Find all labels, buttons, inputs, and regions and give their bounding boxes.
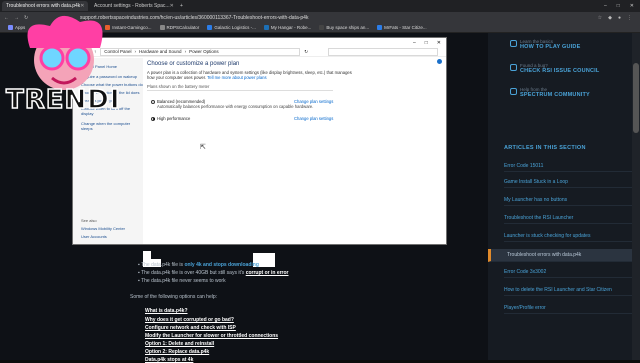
article-link[interactable]: Launcher is stuck checking for updates: [504, 233, 632, 242]
bug-icon: [510, 64, 517, 71]
close-tab-icon[interactable]: ✕: [170, 3, 174, 9]
article-link[interactable]: Error Code 15011: [504, 163, 632, 172]
bullet-text: The data.p4k file is over 40GB but still…: [141, 270, 246, 276]
page-title: Choose or customize a power plan: [147, 61, 240, 67]
minimize-icon[interactable]: –: [413, 40, 416, 46]
article-link[interactable]: Player/Profile error: [504, 305, 632, 314]
page-scrollbar[interactable]: [632, 33, 640, 360]
scrollbar-thumb[interactable]: [633, 63, 639, 133]
option-link[interactable]: Option 1: Delete and reinstall: [145, 341, 214, 347]
power-options-window: – □ ✕ ← → ↑ Control Panel › Hardware and…: [72, 37, 447, 245]
article-bullet: ▪ The data.p4k file is over 40GB but sti…: [138, 270, 289, 276]
profile-icon[interactable]: ●: [618, 15, 621, 21]
bookmark-label: Buy space ships an...: [326, 25, 370, 30]
breadcrumb-item[interactable]: Power Options: [189, 49, 219, 54]
bookmark-item[interactable]: My Hangar - Robe...: [263, 25, 312, 30]
bookmark-item[interactable]: MrFats - Star Citize...: [377, 25, 427, 30]
bullet-text: The data.p4k file never seems to work: [141, 278, 226, 284]
maximize-icon[interactable]: □: [425, 40, 428, 46]
change-plan-settings-link[interactable]: Change plan settings: [294, 116, 333, 121]
section-title: ARTICLES IN THIS SECTION: [504, 145, 586, 151]
articles-sidebar: Learn the basics HOW TO PLAY GUIDE Found …: [488, 33, 640, 360]
plan-radio[interactable]: [151, 99, 155, 104]
power-plans-help-link[interactable]: Tell me more about power plans: [207, 75, 266, 80]
article-link-active[interactable]: Troubleshoot errors with data.p4k: [488, 249, 632, 262]
help-block-issue-council[interactable]: Found a bug? CHECK RSI ISSUE COUNCIL: [510, 63, 600, 74]
option-link[interactable]: Data.p4k stops at 4k: [145, 357, 193, 363]
change-plan-settings-link[interactable]: Change plan settings: [294, 99, 333, 104]
bookmark-favicon: [319, 25, 325, 30]
see-also-link[interactable]: Windows Mobility Center: [81, 226, 125, 231]
bookmark-label: RDPSCalculator: [166, 25, 200, 30]
bullet-highlight: corrupt or in error: [245, 270, 289, 276]
plan-high-performance: High performance Change plan settings: [151, 116, 333, 121]
breadcrumb-item[interactable]: Hardware and Sound: [139, 49, 182, 54]
book-icon: [510, 40, 517, 47]
trendi-logo: TRENDI: [5, 15, 121, 116]
bullet-highlight: only 4k and stops downloading: [184, 262, 259, 268]
window-titlebar[interactable]: – □ ✕: [73, 38, 446, 47]
bookmark-label: My Hangar - Robe...: [270, 25, 312, 30]
see-also-title: See also: [81, 218, 97, 223]
bookmark-favicon: [377, 25, 383, 30]
bookmark-favicon: [263, 25, 269, 30]
new-tab-icon[interactable]: +: [180, 3, 183, 9]
article-screenshot-image: [143, 243, 275, 267]
bookmark-favicon: [159, 25, 165, 30]
search-control-panel-input[interactable]: [328, 47, 438, 56]
bookmark-label: Galactic Logistics -...: [214, 25, 256, 30]
plan-name: High performance: [157, 116, 191, 121]
article-link[interactable]: How to delete the RSI Launcher and Star …: [504, 287, 632, 296]
explorer-address-row: ← → ↑ Control Panel › Hardware and Sound…: [73, 47, 446, 57]
plan-balanced: Balanced (recommended) Change plan setti…: [151, 99, 333, 109]
option-link[interactable]: Modify the Launcher for slower or thrott…: [145, 333, 278, 339]
help-title: HOW TO PLAY GUIDE: [520, 44, 581, 50]
article-link[interactable]: Error Code 3x3002: [504, 269, 632, 278]
svg-text:TRENDI: TRENDI: [6, 85, 121, 115]
maximize-icon[interactable]: □: [617, 3, 620, 9]
minimize-icon[interactable]: –: [604, 3, 607, 9]
close-window-icon[interactable]: ✕: [437, 40, 441, 46]
power-description: A power plan is a collection of hardware…: [147, 70, 357, 80]
extension-icon[interactable]: ◆: [608, 15, 612, 21]
option-link[interactable]: Why does it get corrupted or go bad?: [145, 317, 234, 323]
article-link[interactable]: My Launcher has no buttons: [504, 197, 632, 206]
article-link[interactable]: Game Install Stuck in a Loop: [504, 179, 632, 188]
see-also-link[interactable]: User Accounts: [81, 234, 107, 239]
option-link[interactable]: Configure network and check with ISP: [145, 325, 236, 331]
bookmark-label: MrFats - Star Citize...: [384, 25, 427, 30]
power-main: Choose or customize a power plan A power…: [147, 58, 446, 121]
article-link[interactable]: Troubleshoot the RSI Launcher: [504, 215, 632, 224]
article-bullet: ▪ The data.p4k file is only 4k and stops…: [138, 262, 259, 268]
option-link[interactable]: What is data.p4k?: [145, 308, 188, 314]
bookmark-item[interactable]: RDPSCalculator: [159, 25, 200, 30]
bookmark-favicon: [207, 25, 213, 30]
article-bullet: ▪ The data.p4k file never seems to work: [138, 278, 226, 284]
bookmark-item[interactable]: Galactic Logistics -...: [207, 25, 256, 30]
help-title: CHECK RSI ISSUE COUNCIL: [520, 68, 600, 74]
menu-icon[interactable]: ⋮: [627, 15, 632, 21]
breadcrumb[interactable]: Control Panel › Hardware and Sound › Pow…: [100, 47, 301, 56]
plan-desc: Automatically balances performance with …: [157, 104, 314, 109]
bullet-text: The data.p4k file is: [141, 262, 185, 268]
refresh-icon[interactable]: ↻: [304, 49, 308, 55]
option-link[interactable]: Option 2: Replace data.p4k: [145, 349, 209, 355]
article-intro: Some of the following options can help:: [130, 294, 217, 300]
plan-radio[interactable]: [151, 116, 155, 121]
help-block-spectrum[interactable]: Help from the SPECTRUM COMMUNITY: [510, 87, 590, 98]
mouse-cursor-icon: ⇱: [200, 144, 206, 151]
star-icon[interactable]: ☆: [598, 15, 602, 21]
bookmark-item[interactable]: Buy space ships an...: [319, 25, 369, 30]
help-title: SPECTRUM COMMUNITY: [520, 92, 590, 98]
battery-meter-label: Plans shown on the battery meter: [147, 84, 333, 91]
help-block-guide[interactable]: Learn the basics HOW TO PLAY GUIDE: [510, 39, 581, 50]
chat-icon: [510, 88, 517, 95]
sidebar-link[interactable]: Change when the computer sleeps: [81, 121, 137, 131]
close-window-icon[interactable]: ✕: [630, 3, 634, 9]
